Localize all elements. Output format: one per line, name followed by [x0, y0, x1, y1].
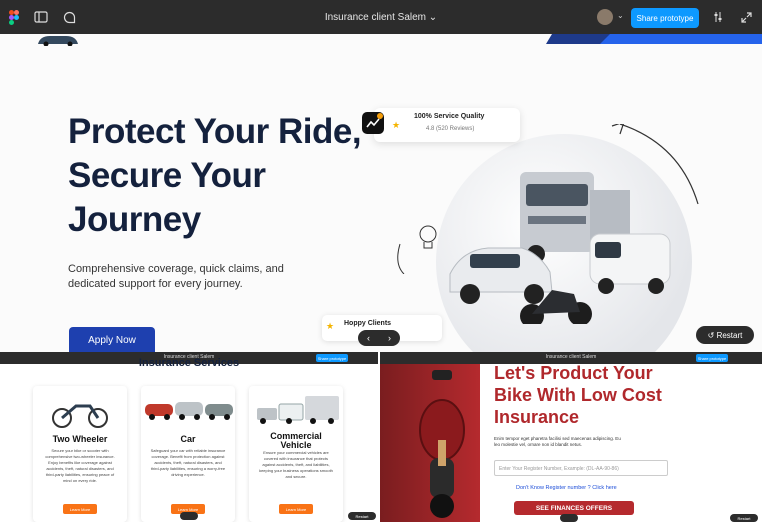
cars-icon [145, 402, 233, 420]
services-heading: Insurance Services [138, 357, 240, 369]
avatar[interactable] [597, 9, 613, 25]
bike-insurance-panel: Insurance client Salem Share prototype L… [380, 352, 762, 522]
badge-title: 100% Service Quality [414, 113, 485, 120]
hero-subtitle: Comprehensive coverage, quick claims, an… [68, 263, 284, 290]
hero-title: Protect Your Ride, Secure Your Journey [68, 112, 362, 239]
trucks-icon [257, 396, 339, 424]
card-description: Ensure your commercial vehicles are cove… [259, 450, 333, 479]
register-number-input[interactable]: Enter Your Register Number, Example: (DL… [494, 460, 668, 476]
prototype-nav-pill: ‹ › [358, 330, 400, 346]
register-help-link[interactable]: Don't Know Register number ? Click here [516, 485, 617, 491]
share-prototype-button[interactable]: Share prototype [631, 8, 699, 28]
card-description: Safeguard your car with reliable insuran… [150, 448, 226, 477]
service-quality-badge: ★ 100% Service Quality 4.8 (520 Reviews) [362, 108, 520, 142]
card-description: Secure your bike or scooter with compreh… [45, 448, 115, 483]
card-title: Commercial Vehicle [270, 431, 322, 450]
comment-icon[interactable] [61, 9, 77, 25]
card-title: Two Wheeler [52, 434, 108, 444]
next-frame-icon[interactable]: › [388, 333, 391, 343]
chevron-down-icon[interactable]: ⌄ [617, 11, 624, 20]
prototype-toolbar: Insurance client Salem ⌄ ⌄ Share prototy… [0, 0, 762, 34]
star-icon: ★ [392, 120, 401, 130]
restart-button[interactable]: Restart [730, 514, 758, 522]
settings-sliders-icon[interactable] [710, 9, 726, 25]
prototype-nav-pill[interactable] [180, 512, 198, 520]
apply-now-button[interactable]: Apply Now [69, 327, 155, 352]
card-title: Car [180, 434, 196, 444]
service-card-car[interactable]: Car Safeguard your car with reliable ins… [141, 386, 235, 522]
services-panel: Insurance client Salem Share prototype I… [0, 352, 378, 522]
badge-rating: 4.8 (520 Reviews) [426, 126, 475, 132]
decorative-stripe [546, 34, 762, 44]
motorbike-image [419, 370, 465, 518]
sidebar-toggle-icon[interactable] [33, 9, 49, 25]
service-card-two-wheeler[interactable]: Two Wheeler Secure your bike or scooter … [33, 386, 127, 522]
previous-frame-icon[interactable]: ‹ [367, 333, 370, 343]
see-finances-offers-button[interactable]: SEE FINANCES OFFERS [514, 501, 634, 515]
motorbike-icon [52, 404, 108, 428]
star-icon: ★ [326, 321, 335, 331]
learn-more-button[interactable]: Learn More [63, 504, 97, 514]
bike-insurance-description: Enim tempor eget pharetra facilisi sed m… [494, 436, 621, 447]
restart-icon: ↺ [707, 330, 717, 340]
hero-section: Protect Your Ride, Secure Your Journey C… [0, 34, 762, 352]
learn-more-button[interactable]: Learn More [279, 504, 313, 514]
mini-share-button[interactable]: Share prototype [696, 354, 728, 362]
prototype-nav-pill[interactable] [560, 514, 578, 522]
restart-button[interactable]: ↺ Restart [696, 326, 754, 344]
fullscreen-icon[interactable] [738, 9, 754, 25]
car-logo-icon [38, 36, 78, 46]
figma-logo-icon[interactable] [6, 9, 22, 25]
chart-app-icon [362, 112, 384, 134]
restart-button[interactable]: Restart [348, 512, 376, 520]
happy-clients-text: Hoppy Clients [344, 320, 392, 327]
bike-insurance-title: Let's Product Your Bike With Low Cost In… [494, 363, 662, 427]
service-card-commercial-vehicle[interactable]: Commercial Vehicle Ensure your commercia… [249, 386, 343, 522]
decorative-arrows [397, 124, 699, 274]
